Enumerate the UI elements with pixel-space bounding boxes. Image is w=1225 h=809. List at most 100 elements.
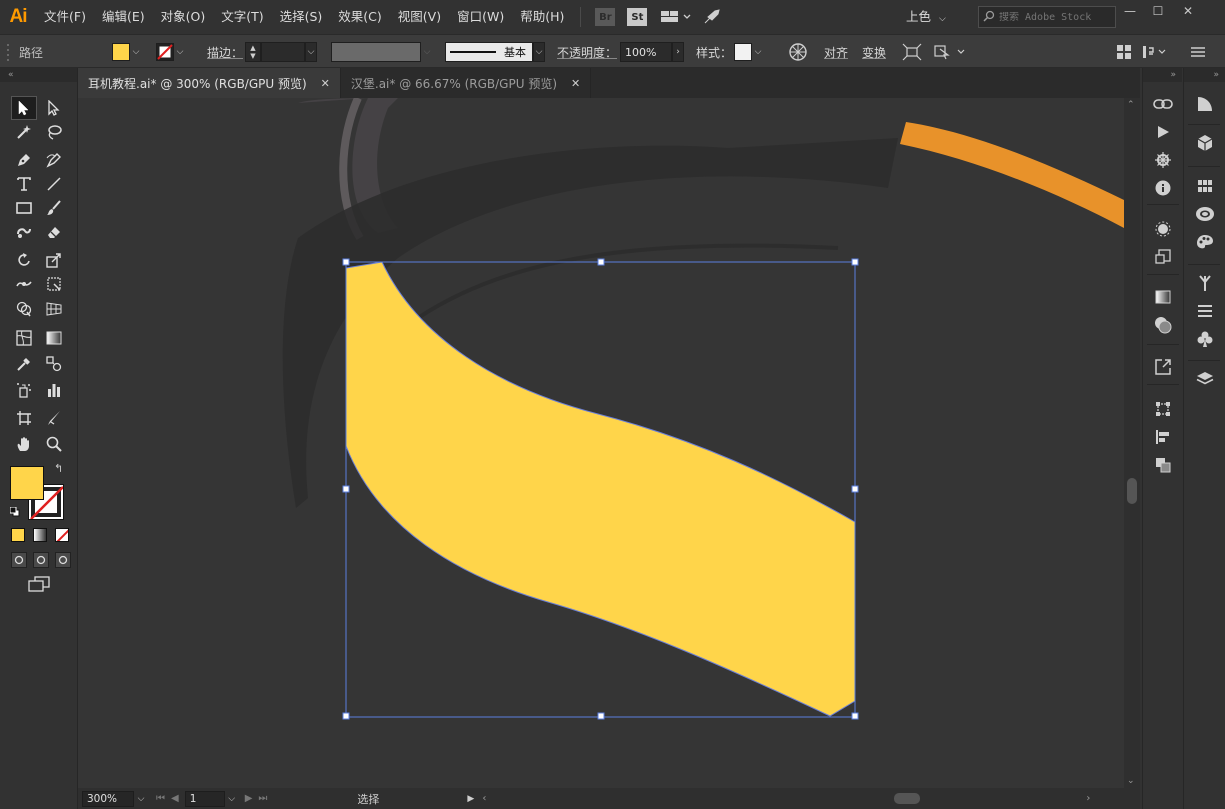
color-palette-icon[interactable] [1193,231,1217,253]
artwork[interactable] [78,98,1124,788]
chevron-down-icon[interactable]: ⌵ [174,43,186,61]
graphic-style-swatch[interactable] [734,43,752,61]
shaper-tool[interactable] [11,220,37,244]
stroke-lines-icon[interactable] [1193,300,1217,322]
fill-swatch[interactable] [10,466,44,500]
artboards-export-icon[interactable] [1151,246,1175,268]
fill-stroke-widget[interactable]: ↰ [9,462,68,524]
eyedropper-tool[interactable] [11,352,37,376]
next-artboard-icon[interactable]: ▶ [245,793,253,804]
stroke-none-swatch[interactable] [156,43,174,61]
previous-artboard-icon[interactable]: ◀ [171,793,179,804]
transform-link[interactable]: 变换 [862,35,886,69]
vertical-scrollbar[interactable]: ⌃ ⌄ [1124,98,1140,788]
scroll-up-icon[interactable]: ⌃ [1127,100,1135,110]
none-mode-button[interactable] [55,528,69,542]
layers-icon[interactable] [1193,368,1217,390]
graphic-style-control[interactable]: ⌵ [734,35,764,69]
gradient-tool[interactable] [41,326,67,350]
lasso-tool[interactable] [41,120,67,144]
stroke-weight-stepper[interactable]: ▲ ▼ ⌵ [245,35,317,69]
scroll-down-icon[interactable]: ⌄ [1127,776,1135,786]
shape-builder-tool[interactable] [11,297,37,321]
fill-color-control[interactable]: ⌵ [112,35,142,69]
maximize-button[interactable]: ☐ [1145,2,1171,20]
brushes-sun-icon[interactable] [1151,218,1175,240]
stroke-weight-field[interactable] [261,42,305,62]
zoom-field[interactable]: 300% [82,790,134,807]
puppet-warp-icon[interactable] [1193,272,1217,294]
arrange-options-icon[interactable] [934,35,968,69]
menu-object[interactable]: 对象(O) [153,0,214,34]
stock-search[interactable] [978,6,1116,28]
menu-edit[interactable]: 编辑(E) [94,0,153,34]
color-mode-button[interactable] [11,528,25,542]
search-input[interactable] [999,11,1109,23]
chevron-down-icon[interactable]: ⌵ [305,42,317,62]
opacity-control[interactable]: 100% › [620,35,684,69]
creative-cloud-libraries-icon[interactable] [1193,203,1217,225]
line-tool[interactable] [41,172,67,196]
menu-select[interactable]: 选择(S) [272,0,331,34]
menu-file[interactable]: 文件(F) [36,0,94,34]
stroke-label[interactable]: 描边： [207,35,243,69]
tab-document-burger[interactable]: 汉堡.ai* @ 66.67% (RGB/GPU 预览) ✕ [341,68,592,98]
draw-inside-icon[interactable] [55,552,71,568]
scroll-left-icon[interactable]: ‹ [482,793,486,804]
menu-effect[interactable]: 效果(C) [330,0,389,34]
scroll-right-icon[interactable]: › [1086,793,1090,804]
perspective-grid-tool[interactable] [41,297,67,321]
variable-width-profile[interactable]: ⌵ [331,35,433,69]
export-icon[interactable] [1151,356,1175,378]
recolor-artwork-icon[interactable] [788,35,808,69]
3d-box-icon[interactable] [1193,132,1217,154]
opacity-label[interactable]: 不透明度： [557,35,617,69]
brush-preview[interactable]: 基本 [445,42,533,62]
close-icon[interactable]: ✕ [571,77,580,90]
close-window-button[interactable]: ✕ [1175,2,1201,20]
draw-behind-icon[interactable] [33,552,49,568]
column-graph-tool[interactable] [41,378,67,402]
selection-tool[interactable] [11,96,37,120]
chevron-right-icon[interactable]: › [672,42,684,62]
workspace-switcher[interactable]: 上色 ⌵ [906,0,946,34]
panel-layout-icon[interactable] [1116,35,1132,69]
artboard-number-field[interactable]: 1 [184,790,225,807]
gradient-icon[interactable] [1151,286,1175,308]
brush-definition-control[interactable]: 基本 ⌵ [445,35,545,69]
isolate-selected-icon[interactable] [902,35,922,69]
magic-wand-tool[interactable] [11,120,37,144]
paintbrush-tool[interactable] [41,196,67,220]
scroll-thumb[interactable] [1127,478,1137,504]
eraser-tool[interactable] [41,220,67,244]
hand-tool[interactable] [11,432,37,456]
symbol-sprayer-tool[interactable] [11,378,37,402]
free-transform-tool[interactable] [41,272,67,296]
arrange-documents-icon[interactable] [661,10,691,24]
stroke-color-control[interactable]: ⌵ [156,35,186,69]
menu-window[interactable]: 窗口(W) [449,0,512,34]
slice-tool[interactable] [41,406,67,430]
type-tool[interactable] [11,172,37,196]
chevron-down-icon[interactable]: ⌵ [421,43,433,61]
stock-button[interactable]: St [627,8,648,26]
width-profile-preview[interactable] [331,42,421,62]
collapse-panels-icon[interactable]: » [1184,68,1225,82]
transform-icon[interactable] [1151,398,1175,420]
bridge-button[interactable]: Br [595,8,616,26]
stepper-arrows-icon[interactable]: ▲ ▼ [245,42,261,62]
chevron-down-icon[interactable]: ⌵ [130,43,142,61]
arrange-documents-control-icon[interactable] [1142,35,1168,69]
actions-play-icon[interactable] [1151,121,1175,143]
menu-view[interactable]: 视图(V) [390,0,449,34]
collapse-toolbar-icon[interactable]: « [0,68,77,82]
draw-normal-icon[interactable] [11,552,27,568]
align-icon[interactable] [1151,426,1175,448]
transparency-icon[interactable] [1151,314,1175,336]
rotate-tool[interactable] [11,248,37,272]
tab-document-headphones[interactable]: 耳机教程.ai* @ 300% (RGB/GPU 预览) ✕ [78,68,341,98]
curvature-tool[interactable] [41,148,67,172]
pathfinder-icon[interactable] [1151,454,1175,476]
horizontal-scrollbar[interactable] [492,792,1082,806]
club-symbol-icon[interactable] [1193,328,1217,350]
